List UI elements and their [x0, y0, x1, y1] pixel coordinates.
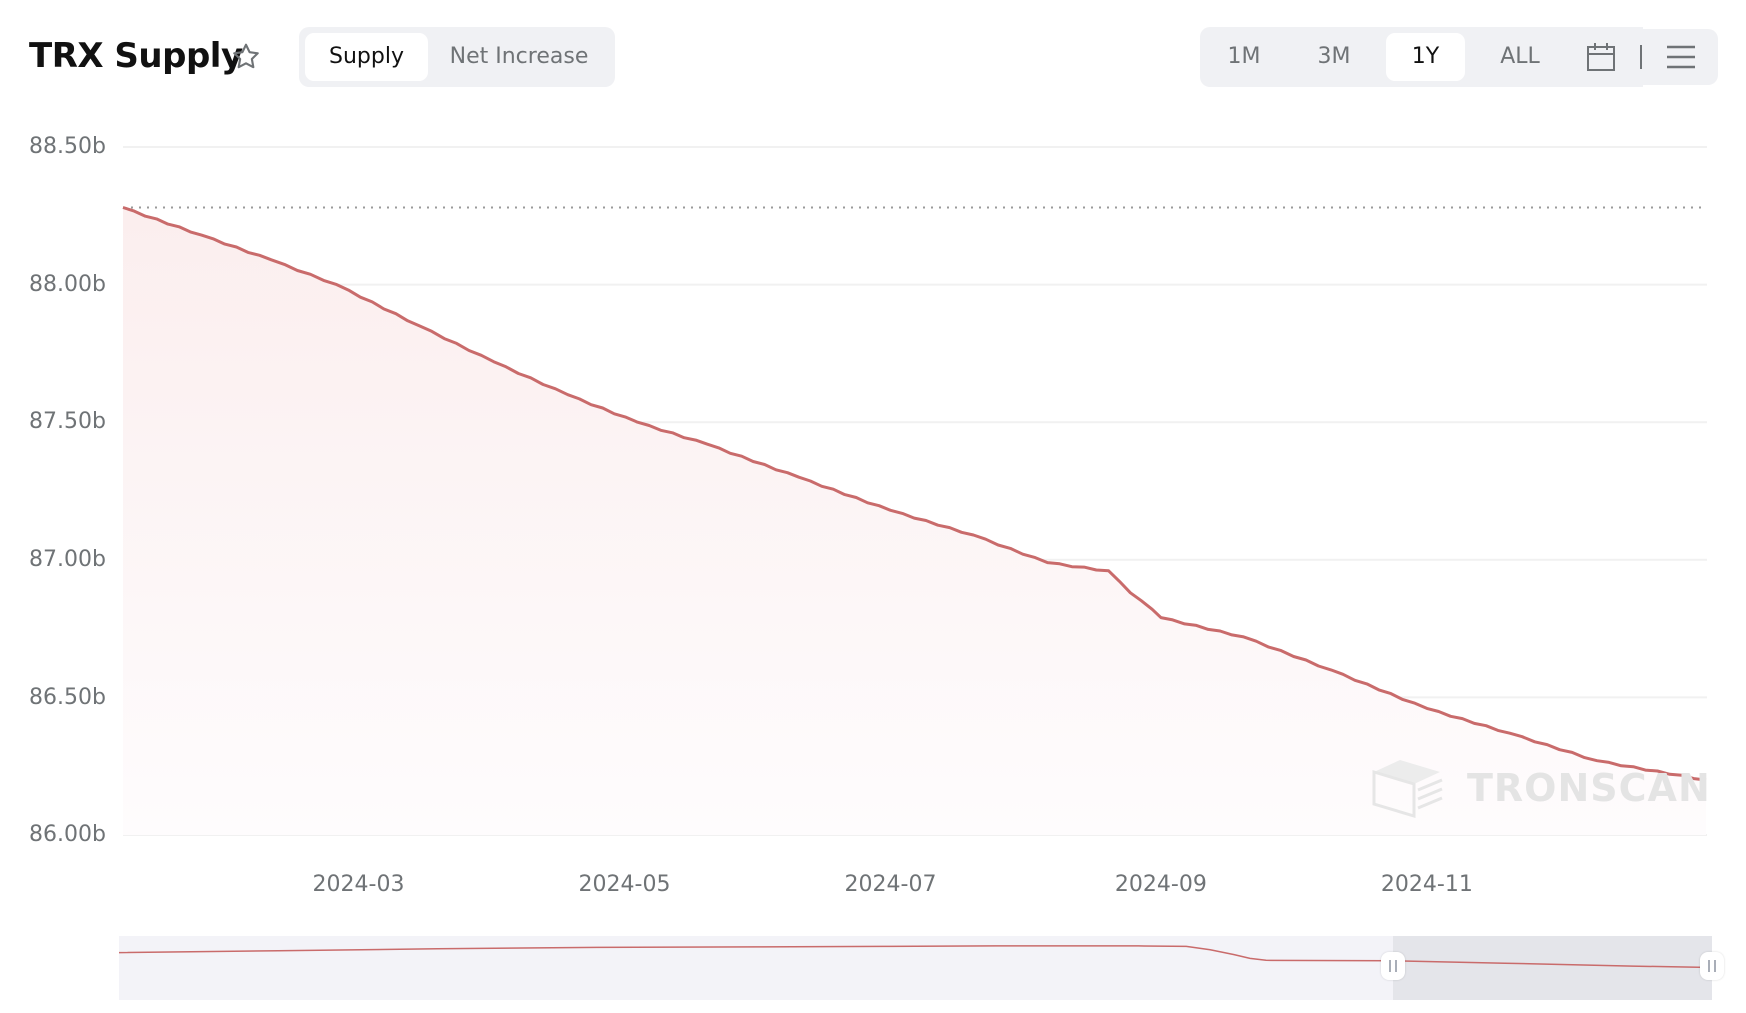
supply-area [123, 207, 1706, 835]
range-navigator[interactable] [119, 936, 1724, 1000]
watermark-text: TRONSCAN [1467, 766, 1711, 810]
x-tick-label: 2024-05 [578, 872, 671, 897]
tronscan-watermark: TRONSCAN [1370, 758, 1710, 819]
navigator-handle-left[interactable] [1381, 952, 1406, 980]
navigator-handle-right[interactable] [1700, 952, 1724, 980]
x-tick-label: 2024-11 [1380, 872, 1473, 897]
tronscan-logo-icon [1372, 760, 1443, 819]
supply-chart[interactable] [0, 0, 1746, 860]
navigator-line [119, 945, 1712, 969]
navigator-overview [119, 945, 1712, 969]
x-tick-label: 2024-07 [844, 872, 937, 897]
x-tick-label: 2024-09 [1114, 872, 1207, 897]
x-tick-label: 2024-03 [312, 872, 405, 897]
